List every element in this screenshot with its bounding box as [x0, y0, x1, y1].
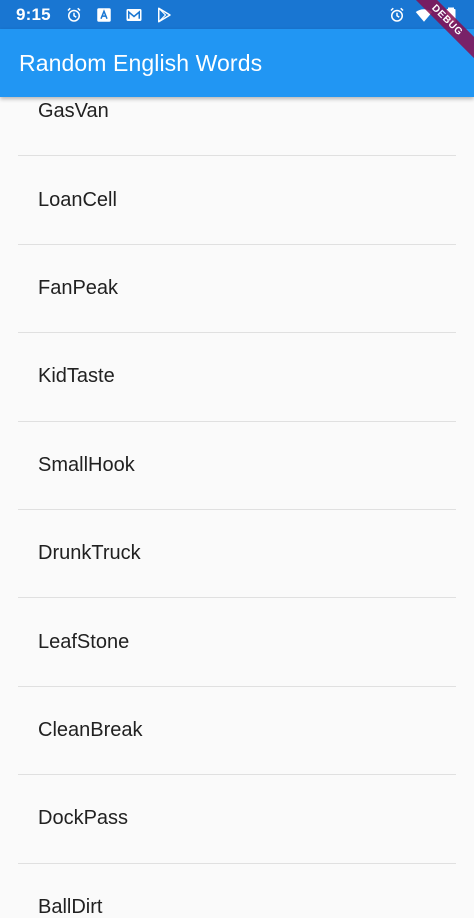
- list-item[interactable]: LoanCell: [0, 156, 474, 243]
- word-list: GasVan LoanCell FanPeak KidTaste SmallHo…: [0, 68, 474, 918]
- notification-icons: [65, 6, 173, 24]
- word-label: LeafStone: [38, 630, 130, 653]
- list-item[interactable]: DrunkTruck: [0, 510, 474, 597]
- wifi-icon: [415, 6, 433, 24]
- system-icons: [388, 6, 460, 24]
- status-bar: 9:15: [0, 0, 474, 29]
- word-label: DrunkTruck: [38, 542, 141, 565]
- text-badge-icon: [95, 6, 113, 24]
- app-title: Random English Words: [19, 49, 263, 76]
- app-screen: 9:15 Random English Words DEBUG GasVan L…: [0, 0, 474, 918]
- word-label: DockPass: [38, 807, 129, 830]
- play-store-icon: [155, 6, 173, 24]
- alarm-icon: [388, 6, 406, 24]
- list-item[interactable]: CleanBreak: [0, 687, 474, 774]
- app-bar: Random English Words: [0, 29, 474, 97]
- word-label: KidTaste: [38, 365, 115, 388]
- word-label: FanPeak: [38, 276, 119, 299]
- word-label: CleanBreak: [38, 718, 143, 741]
- word-label: LoanCell: [38, 188, 117, 211]
- status-time: 9:15: [16, 4, 51, 24]
- list-item[interactable]: DockPass: [0, 775, 474, 862]
- list-item[interactable]: LeafStone: [0, 598, 474, 685]
- list-item[interactable]: FanPeak: [0, 245, 474, 332]
- list-item[interactable]: SmallHook: [0, 422, 474, 509]
- word-label: GasVan: [38, 100, 109, 123]
- mail-icon: [125, 6, 143, 24]
- word-label: BallDirt: [38, 895, 103, 918]
- alarm-icon: [65, 6, 83, 24]
- list-item[interactable]: BallDirt: [0, 864, 474, 918]
- word-label: SmallHook: [38, 453, 135, 476]
- list-item[interactable]: KidTaste: [0, 333, 474, 420]
- battery-icon: [442, 6, 460, 24]
